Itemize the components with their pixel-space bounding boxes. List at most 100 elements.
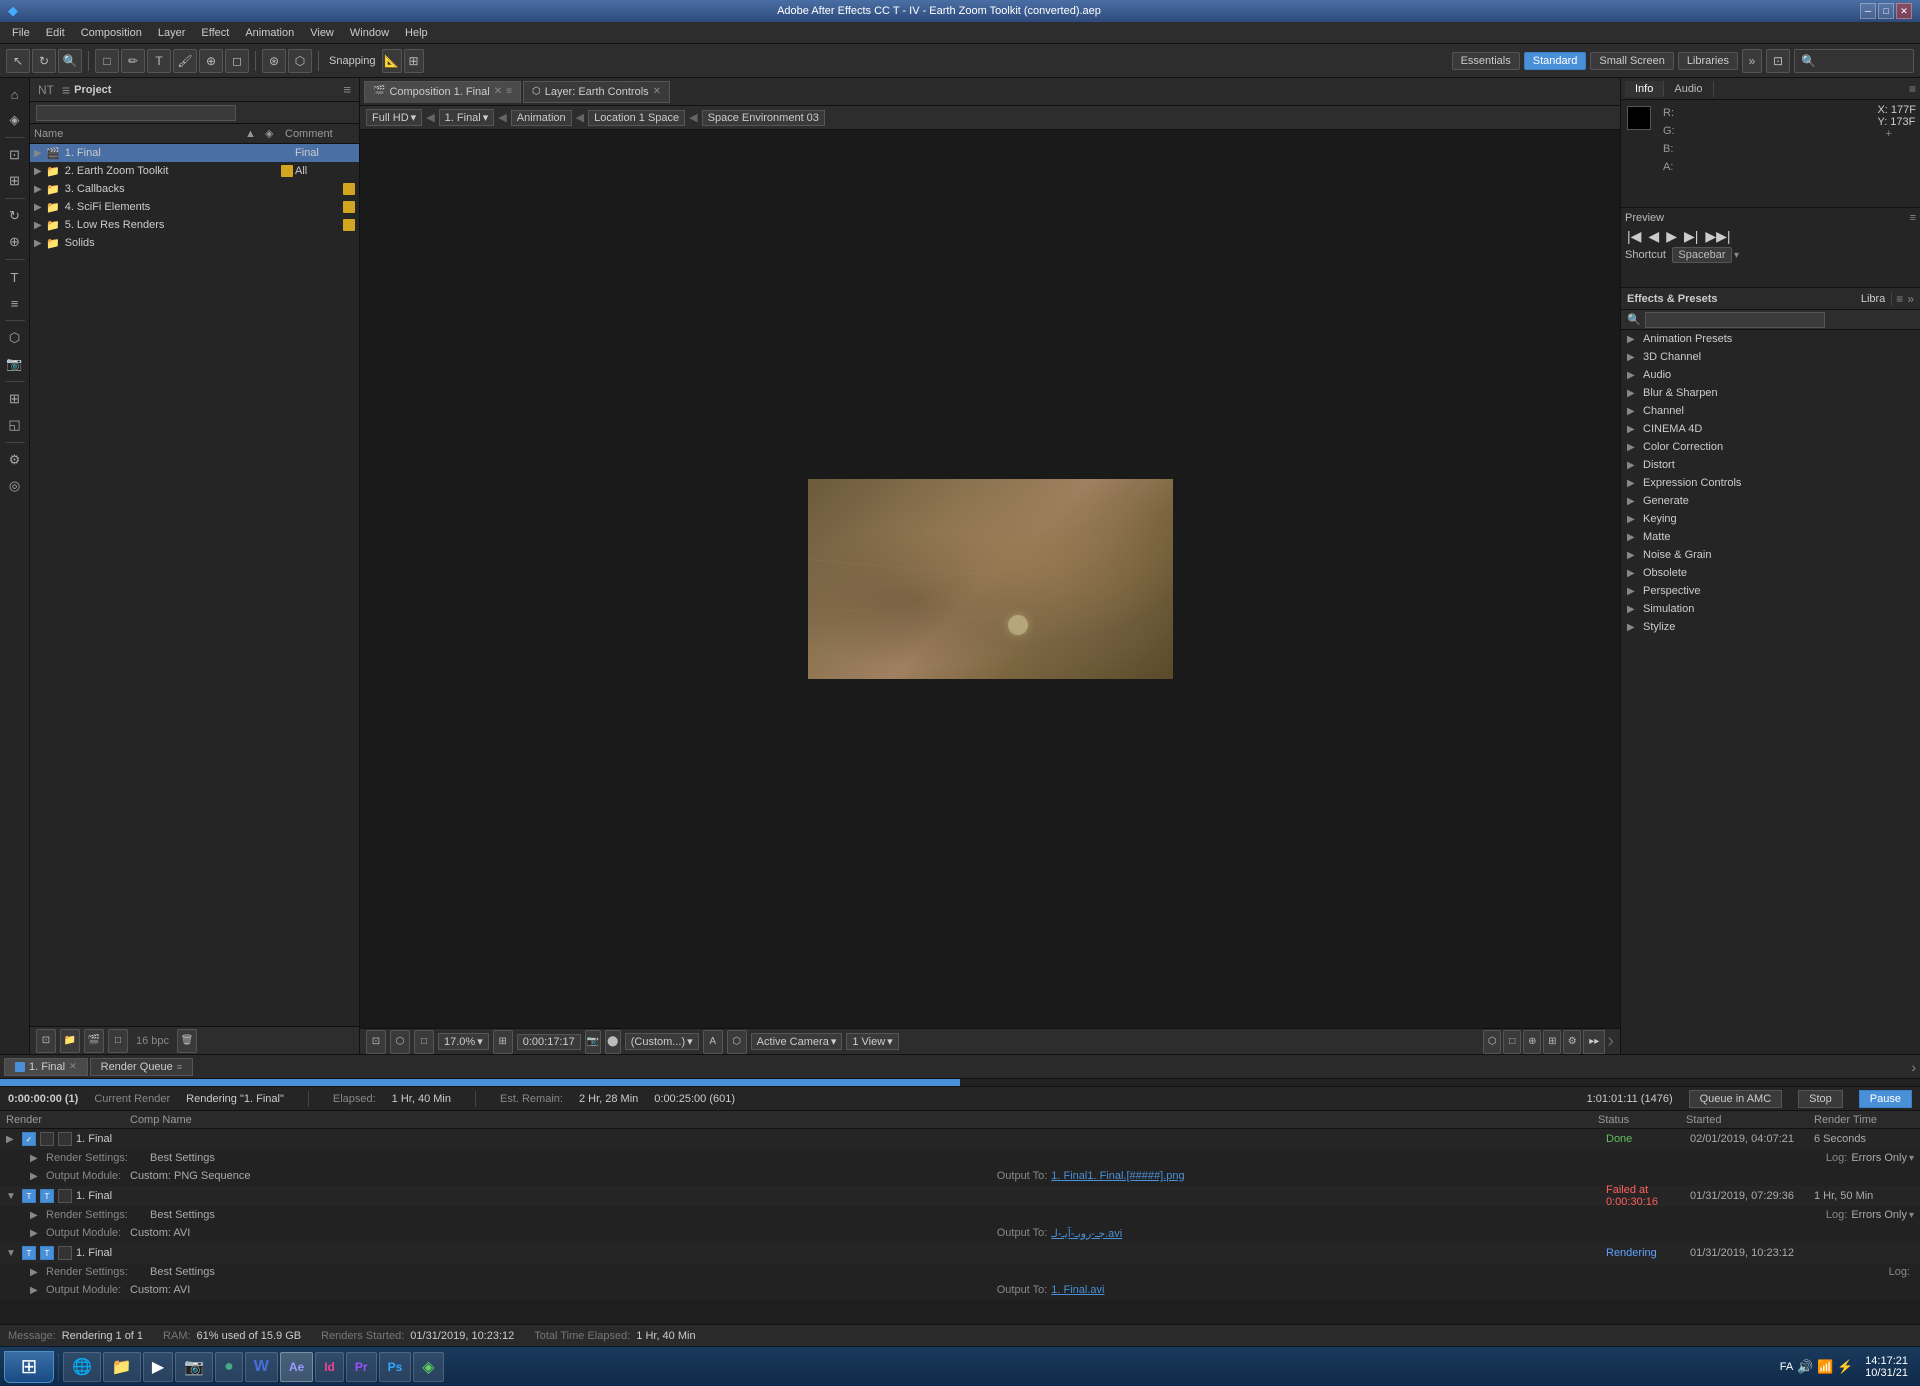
tl-tab-close-1[interactable]: ✕ xyxy=(69,1061,77,1072)
timeline-tab-render-queue[interactable]: Render Queue ≡ xyxy=(90,1058,193,1076)
minimize-button[interactable]: ─ xyxy=(1860,3,1876,19)
expand-arrow-solids[interactable]: ▶ xyxy=(34,238,44,249)
viewer-btn-r5[interactable]: ⚙ xyxy=(1563,1030,1581,1054)
ri-3-checkbox[interactable]: T xyxy=(22,1246,36,1260)
menu-composition[interactable]: Composition xyxy=(73,25,150,41)
fx-item-channel[interactable]: ▶ Channel xyxy=(1621,402,1920,420)
menu-window[interactable]: Window xyxy=(342,25,397,41)
prev-last-frame[interactable]: ▶▶| xyxy=(1703,228,1732,245)
tool-camera[interactable]: 📷 xyxy=(3,352,27,376)
ri-3-output-to-val[interactable]: 1. Final.avi xyxy=(1051,1284,1914,1296)
viewer-btn-r4[interactable]: ⊞ xyxy=(1543,1030,1561,1054)
prev-next-frame[interactable]: ▶| xyxy=(1682,228,1700,245)
viewer-btn-grid[interactable]: ⊞ xyxy=(493,1030,513,1054)
viewer-btn-safe[interactable]: ⬡ xyxy=(727,1030,747,1054)
info-tab-audio[interactable]: Audio xyxy=(1664,81,1713,97)
taskbar-ps[interactable]: Ps xyxy=(379,1352,412,1382)
viewer-btn-r2[interactable]: □ xyxy=(1503,1030,1521,1054)
eraser-tool[interactable]: ◻ xyxy=(225,49,249,73)
taskbar-media[interactable]: ▶ xyxy=(143,1352,173,1382)
fx-item-distort[interactable]: ▶ Distort xyxy=(1621,456,1920,474)
rotate-tool[interactable]: ↻ xyxy=(32,49,56,73)
ri-1-settings-expand[interactable]: ▶ xyxy=(30,1153,42,1164)
ri-2-checkbox2[interactable]: T xyxy=(40,1189,54,1203)
tool-layer[interactable]: ⊞ xyxy=(3,169,27,193)
taskbar-word[interactable]: W xyxy=(245,1352,278,1382)
viewer-btn-draft[interactable]: □ xyxy=(414,1030,434,1054)
taskbar-ae[interactable]: Ae xyxy=(280,1352,313,1382)
workspace-expand[interactable]: » xyxy=(1742,49,1762,73)
ri-2-output-to-val[interactable]: جـ-روبـ-آيـ-لـ.avi xyxy=(1051,1227,1914,1240)
tab-layer-earth[interactable]: ⬡ Layer: Earth Controls ✕ xyxy=(523,81,670,103)
brush-tool[interactable]: 🖌 xyxy=(173,49,197,73)
start-button[interactable]: ⊞ xyxy=(4,1351,54,1383)
zoom-selector[interactable]: 17.0% ▾ xyxy=(438,1033,489,1050)
viewer-right-expand[interactable]: ▸▸ xyxy=(1583,1030,1605,1054)
fx-search-input[interactable] xyxy=(1645,312,1825,328)
pen-tool[interactable]: ✏ xyxy=(121,49,145,73)
fx-item-matte[interactable]: ▶ Matte xyxy=(1621,528,1920,546)
tray-icon-3[interactable]: ⚡ xyxy=(1837,1359,1853,1375)
selection-tool[interactable]: ↖ xyxy=(6,49,30,73)
project-panel-menu[interactable]: ≡ xyxy=(343,82,351,97)
expand-arrow-1[interactable]: ▶ xyxy=(34,148,44,159)
ri-2-expand[interactable]: ▼ xyxy=(6,1191,18,1202)
tool-puppet[interactable]: ◎ xyxy=(3,474,27,498)
taskbar-explorer[interactable]: 📁 xyxy=(103,1352,141,1382)
ri-1-checkbox2[interactable] xyxy=(40,1132,54,1146)
search-effects[interactable]: 🔍 xyxy=(1794,49,1914,73)
ri-2-log-dropdown[interactable]: Errors Only ▾ xyxy=(1851,1209,1914,1221)
tray-icon-1[interactable]: 🔊 xyxy=(1797,1359,1813,1375)
timeline-expand-btn[interactable]: › xyxy=(1911,1059,1916,1075)
snap-options[interactable]: ⊞ xyxy=(404,49,424,73)
fx-panel-expand[interactable]: » xyxy=(1907,292,1914,306)
viewer-btn-a[interactable]: A xyxy=(703,1030,723,1054)
ri-3-output-expand[interactable]: ▶ xyxy=(30,1285,42,1296)
fx-item-keying[interactable]: ▶ Keying xyxy=(1621,510,1920,528)
fx-panel-menu[interactable]: ≡ xyxy=(1896,292,1903,306)
tool-text2[interactable]: T xyxy=(3,265,27,289)
fx-item-obsolete[interactable]: ▶ Obsolete xyxy=(1621,564,1920,582)
project-btn-comp[interactable]: 🎬 xyxy=(84,1029,104,1053)
fx-item-animation-presets[interactable]: ▶ Animation Presets xyxy=(1621,330,1920,348)
shape-tool[interactable]: □ xyxy=(95,49,119,73)
menu-view[interactable]: View xyxy=(302,25,342,41)
fx-item-blur-sharpen[interactable]: ▶ Blur & Sharpen xyxy=(1621,384,1920,402)
prev-play[interactable]: ▶ xyxy=(1664,228,1679,245)
btn-queue-in-amc[interactable]: Queue in AMC xyxy=(1689,1090,1783,1108)
close-button[interactable]: ✕ xyxy=(1896,3,1912,19)
menu-edit[interactable]: Edit xyxy=(38,25,73,41)
project-item-2-earth[interactable]: ▶ 📁 2. Earth Zoom Toolkit All xyxy=(30,162,359,180)
project-btn-delete[interactable]: 🗑 xyxy=(177,1029,197,1053)
ri-1-output-expand[interactable]: ▶ xyxy=(30,1171,42,1182)
render-item-3-main-row[interactable]: ▼ T T 1. Final Rendering 01/31/2019, 10:… xyxy=(0,1243,1920,1263)
resolution-selector[interactable]: Full HD ▾ xyxy=(366,109,422,126)
info-plus-btn[interactable]: + xyxy=(1885,128,1891,140)
project-btn-folder[interactable]: 📁 xyxy=(60,1029,80,1053)
ri-1-log-dropdown[interactable]: Errors Only ▾ xyxy=(1851,1152,1914,1164)
workspace-small-screen[interactable]: Small Screen xyxy=(1590,52,1673,70)
comp-name-breadcrumb[interactable]: 1. Final ▾ xyxy=(439,109,495,126)
taskbar-chrome[interactable]: ● xyxy=(215,1352,243,1382)
menu-effect[interactable]: Effect xyxy=(193,25,237,41)
workspace-settings[interactable]: ⊡ xyxy=(1766,49,1790,73)
expand-arrow-5[interactable]: ▶ xyxy=(34,220,44,231)
shortcut-key-selector[interactable]: Spacebar ▾ xyxy=(1672,247,1739,263)
taskbar-id[interactable]: Id xyxy=(315,1352,344,1382)
ri-1-output-to-val[interactable]: 1. Final1. Final.[#####].png xyxy=(1051,1170,1914,1182)
ri-2-settings-expand[interactable]: ▶ xyxy=(30,1210,42,1221)
workspace-standard[interactable]: Standard xyxy=(1524,52,1587,70)
tool-grid[interactable]: ⊞ xyxy=(3,387,27,411)
ri-1-checkbox3[interactable] xyxy=(58,1132,72,1146)
system-clock[interactable]: 14:17:21 10/31/21 xyxy=(1857,1355,1916,1379)
btn-pause[interactable]: Pause xyxy=(1859,1090,1912,1108)
comp-tab-menu-1[interactable]: ≡ xyxy=(506,86,512,97)
tool-shapes[interactable]: ◱ xyxy=(3,413,27,437)
tl-tab-menu-2[interactable]: ≡ xyxy=(177,1062,182,1072)
workspace-libraries[interactable]: Libraries xyxy=(1678,52,1738,70)
fx-item-3d-channel[interactable]: ▶ 3D Channel xyxy=(1621,348,1920,366)
menu-help[interactable]: Help xyxy=(397,25,436,41)
maximize-button[interactable]: □ xyxy=(1878,3,1894,19)
location-breadcrumb[interactable]: Location 1 Space xyxy=(588,110,685,126)
ri-3-settings-expand[interactable]: ▶ xyxy=(30,1267,42,1278)
